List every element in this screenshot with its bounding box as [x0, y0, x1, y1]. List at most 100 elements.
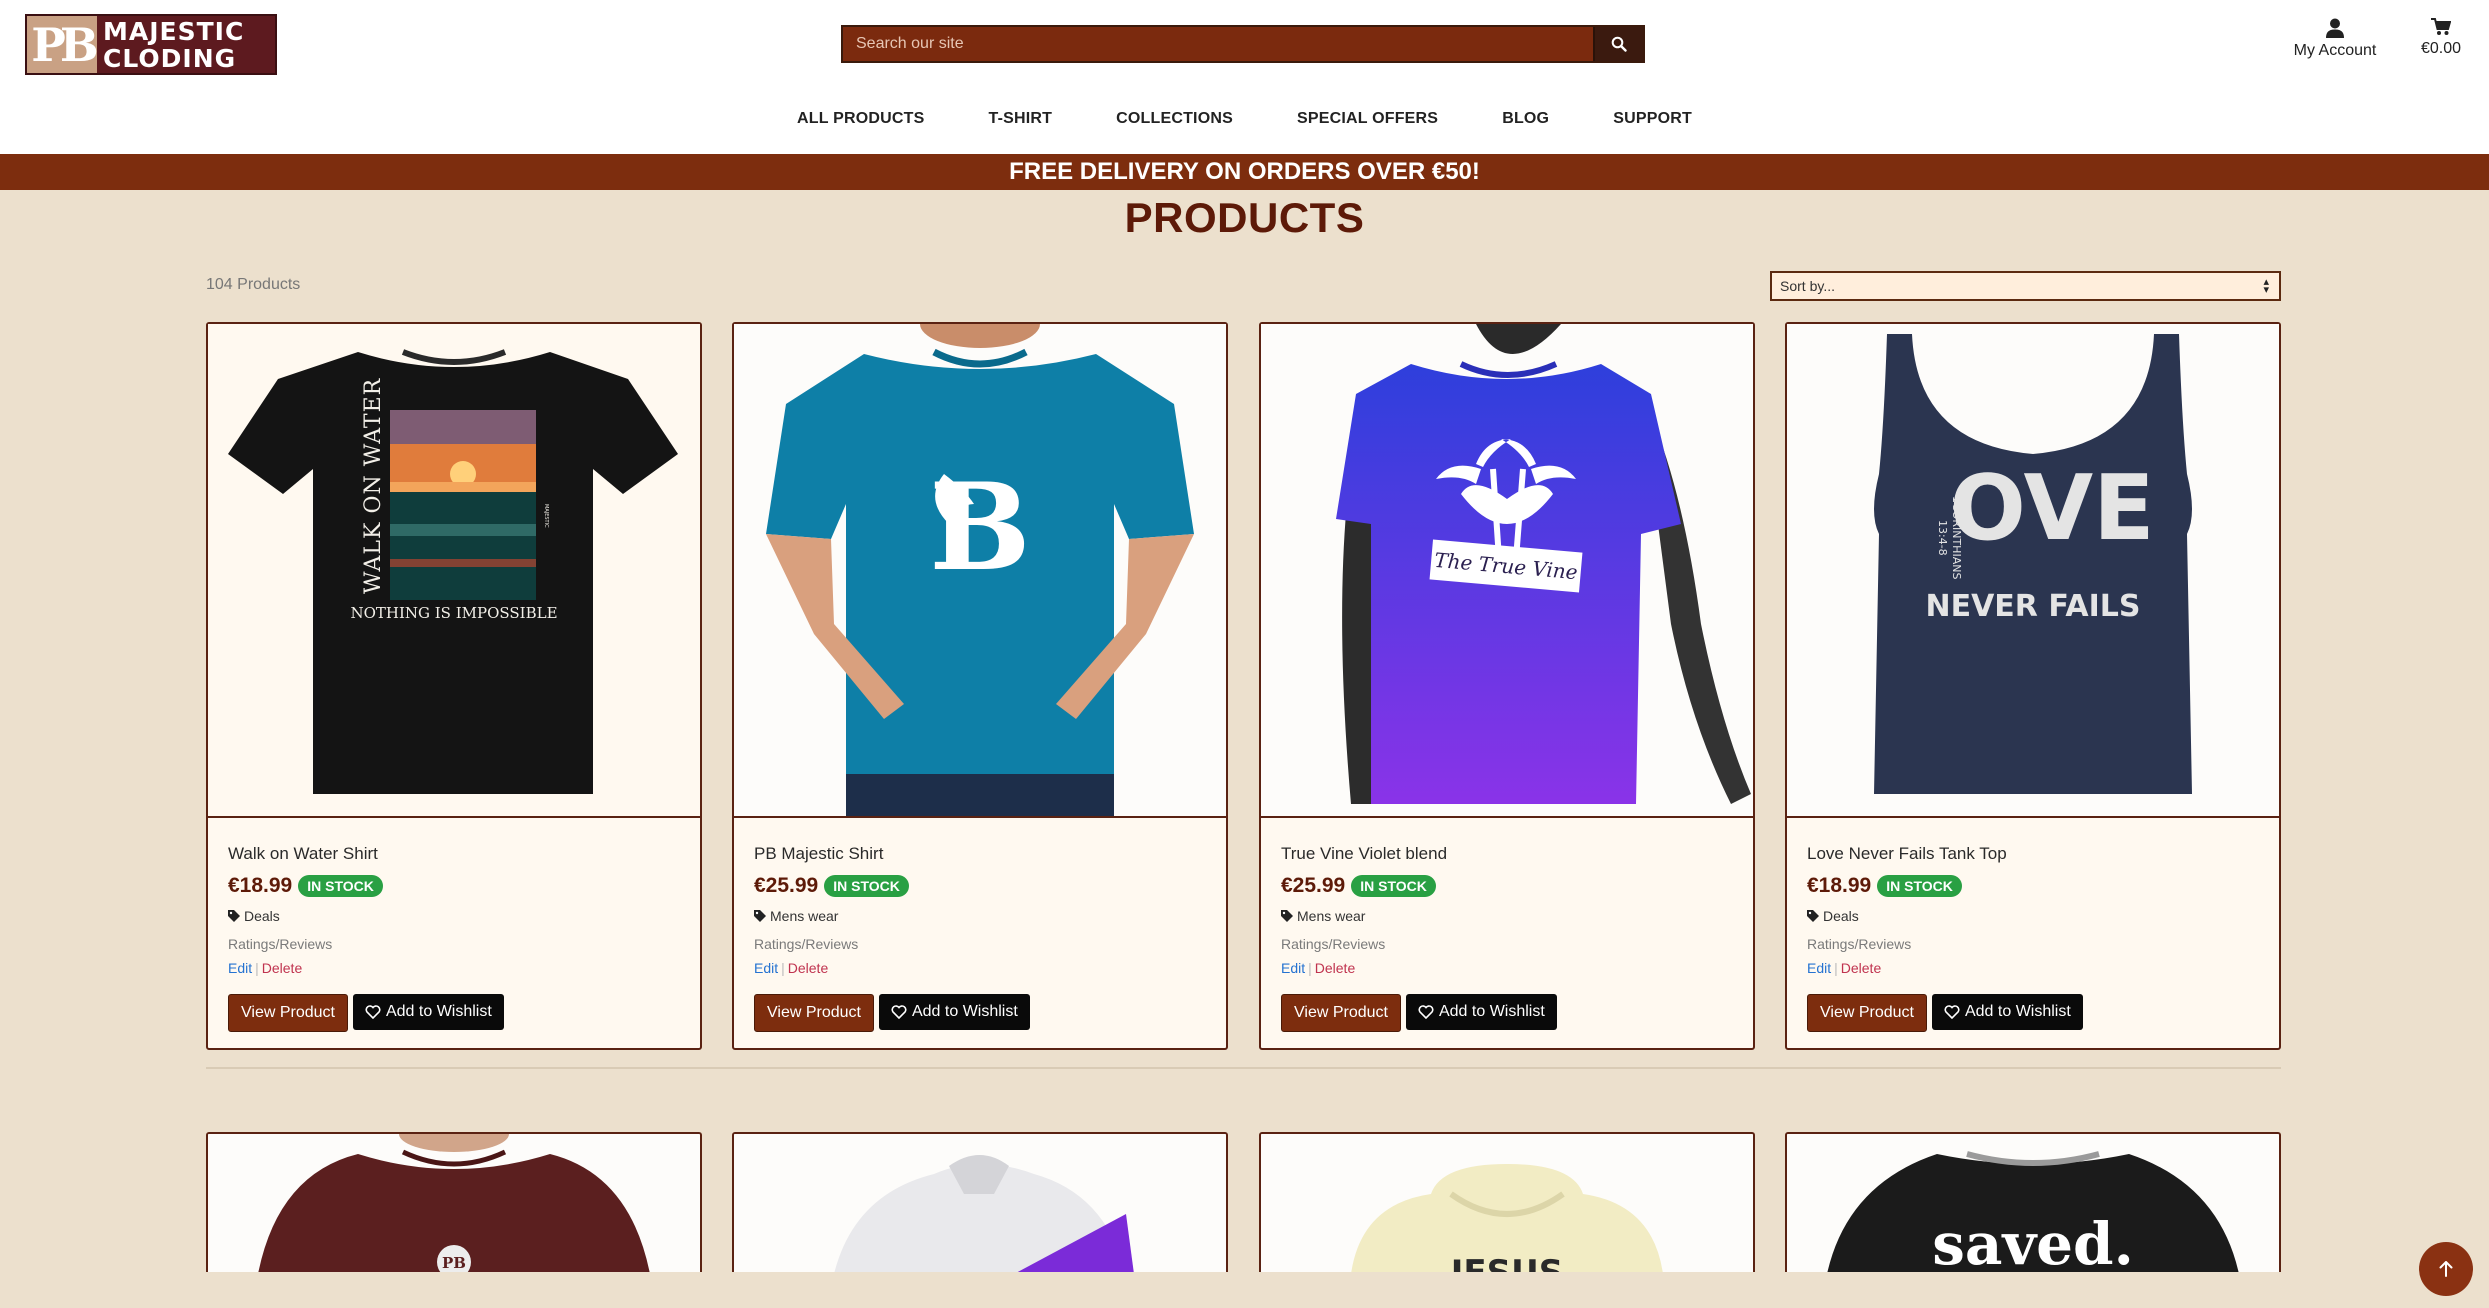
brand-logo[interactable]: PB MAJESTIC CLODING	[25, 14, 277, 75]
add-to-wishlist-button[interactable]: Add to Wishlist	[1931, 994, 2083, 1030]
product-category[interactable]: Deals	[228, 908, 680, 924]
logo-wordmark: MAJESTIC CLODING	[97, 18, 244, 72]
ratings-reviews: Ratings/Reviews	[1281, 936, 1386, 952]
main-nav: ALL PRODUCTS T-SHIRT COLLECTIONS SPECIAL…	[0, 110, 2489, 140]
true-vine-shirt-image: The True Vine	[1261, 324, 1753, 816]
delete-link[interactable]: Delete	[788, 960, 828, 976]
art-tag-text: MAJESTIC	[543, 504, 549, 528]
logo-line2: CLODING	[103, 43, 237, 73]
product-card[interactable]: JESUS	[1259, 1132, 1755, 1272]
product-image[interactable]: OVE 1CORINTHIANS 13:4-8 NEVER FAILS	[1787, 324, 2279, 818]
product-name[interactable]: PB Majestic Shirt	[754, 844, 1206, 864]
product-image: saved.	[1787, 1134, 2279, 1272]
sort-select[interactable]: Sort by... ▴ ▾	[1770, 271, 2281, 301]
art-side-text-2: 13:4-8	[1936, 520, 1949, 556]
promo-banner: FREE DELIVERY ON ORDERS OVER €50!	[0, 154, 2489, 190]
user-icon	[2326, 18, 2344, 38]
product-category[interactable]: Mens wear	[754, 908, 1206, 924]
edit-link[interactable]: Edit	[228, 960, 252, 976]
product-card[interactable]: saved.	[1785, 1132, 2281, 1272]
product-card: The True Vine True Vine Violet blend €25…	[1259, 322, 1755, 1050]
product-image[interactable]: The True Vine	[1261, 324, 1753, 818]
site-header: PB MAJESTIC CLODING My Account €0.0	[0, 0, 2489, 154]
product-name[interactable]: Walk on Water Shirt	[228, 844, 680, 864]
tag-icon	[754, 910, 766, 922]
art-line2-text: NEVER FAILS	[1925, 589, 2140, 624]
product-name[interactable]: True Vine Violet blend	[1281, 844, 1733, 864]
wishlist-label: Add to Wishlist	[1964, 1003, 2071, 1020]
view-product-button[interactable]: View Product	[1281, 994, 1401, 1032]
cart-total: €0.00	[2420, 40, 2462, 57]
wishlist-label: Add to Wishlist	[1438, 1003, 1545, 1020]
category-label: Deals	[244, 908, 280, 924]
logo-mark: PB	[27, 16, 99, 73]
row-divider	[206, 1067, 2281, 1069]
nav-collections[interactable]: COLLECTIONS	[1116, 110, 1233, 140]
product-image[interactable]: B	[734, 324, 1226, 818]
view-product-button[interactable]: View Product	[228, 994, 348, 1032]
heart-icon	[365, 1005, 381, 1019]
edit-link[interactable]: Edit	[1281, 960, 1305, 976]
view-product-button[interactable]: View Product	[754, 994, 874, 1032]
delete-link[interactable]: Delete	[1315, 960, 1355, 976]
product-image: PB	[208, 1134, 700, 1272]
walk-on-water-shirt-image: WALK ON WATER MAJESTIC NOTHING IS IMPOSS…	[228, 349, 678, 794]
select-arrows-icon: ▴ ▾	[2263, 276, 2269, 296]
my-account-label: My Account	[2293, 42, 2377, 59]
ratings-reviews: Ratings/Reviews	[754, 936, 859, 952]
art-shirt-text: saved.	[1932, 1210, 2134, 1272]
love-never-fails-tank-image: OVE 1CORINTHIANS 13:4-8 NEVER FAILS	[1787, 324, 2279, 816]
product-price: €25.99	[754, 874, 819, 897]
product-image[interactable]: WALK ON WATER MAJESTIC NOTHING IS IMPOSS…	[208, 324, 700, 818]
category-label: Deals	[1823, 908, 1859, 924]
add-to-wishlist-button[interactable]: Add to Wishlist	[352, 994, 504, 1030]
search-input[interactable]	[843, 26, 1593, 62]
heart-icon	[891, 1005, 907, 1019]
ratings-reviews: Ratings/Reviews	[228, 936, 333, 952]
stock-badge: IN STOCK	[1877, 875, 1962, 897]
delete-link[interactable]: Delete	[262, 960, 302, 976]
separator: |	[781, 960, 785, 976]
heart-icon	[1944, 1005, 1960, 1019]
stock-badge: IN STOCK	[824, 875, 909, 897]
tag-icon	[1281, 910, 1293, 922]
ratings-reviews: Ratings/Reviews	[1807, 936, 1912, 952]
product-card: WALK ON WATER MAJESTIC NOTHING IS IMPOSS…	[206, 322, 702, 1050]
delete-link[interactable]: Delete	[1841, 960, 1881, 976]
art-side-text: WALK ON WATER	[361, 377, 386, 594]
logo-initials: PB	[31, 17, 99, 72]
cart-icon	[2431, 18, 2451, 35]
art-hoodie-text: JESUS	[1449, 1253, 1563, 1272]
nav-special-offers[interactable]: SPECIAL OFFERS	[1297, 110, 1438, 140]
product-price: €18.99	[1807, 874, 1872, 897]
product-category[interactable]: Deals	[1807, 908, 2259, 924]
view-product-button[interactable]: View Product	[1807, 994, 1927, 1032]
add-to-wishlist-button[interactable]: Add to Wishlist	[878, 994, 1030, 1030]
logo-line1: MAJESTIC	[103, 16, 245, 46]
product-card[interactable]	[732, 1132, 1228, 1272]
product-name[interactable]: Love Never Fails Tank Top	[1807, 844, 2259, 864]
art-big-text: OVE	[1949, 456, 2154, 561]
product-image	[734, 1134, 1226, 1272]
nav-all-products[interactable]: ALL PRODUCTS	[797, 110, 924, 140]
separator: |	[1834, 960, 1838, 976]
art-side-text-1: 1CORINTHIANS	[1950, 496, 1963, 579]
page-title: PRODUCTS	[1124, 194, 1365, 241]
product-image: JESUS	[1261, 1134, 1753, 1272]
product-category[interactable]: Mens wear	[1281, 908, 1733, 924]
heart-icon	[1418, 1005, 1434, 1019]
edit-link[interactable]: Edit	[754, 960, 778, 976]
pb-majestic-shirt-image: B	[734, 324, 1226, 816]
nav-t-shirt[interactable]: T-SHIRT	[988, 110, 1052, 140]
my-account-link[interactable]: My Account	[2283, 18, 2387, 60]
search-button[interactable]	[1593, 27, 1643, 61]
product-price: €18.99	[228, 874, 293, 897]
nav-support[interactable]: SUPPORT	[1613, 110, 1692, 140]
product-card[interactable]: PB	[206, 1132, 702, 1272]
add-to-wishlist-button[interactable]: Add to Wishlist	[1405, 994, 1557, 1030]
wishlist-label: Add to Wishlist	[911, 1003, 1018, 1020]
nav-blog[interactable]: BLOG	[1502, 110, 1549, 140]
cart-link[interactable]: €0.00	[2416, 18, 2466, 58]
back-to-top-button[interactable]	[2419, 1242, 2473, 1296]
edit-link[interactable]: Edit	[1807, 960, 1831, 976]
